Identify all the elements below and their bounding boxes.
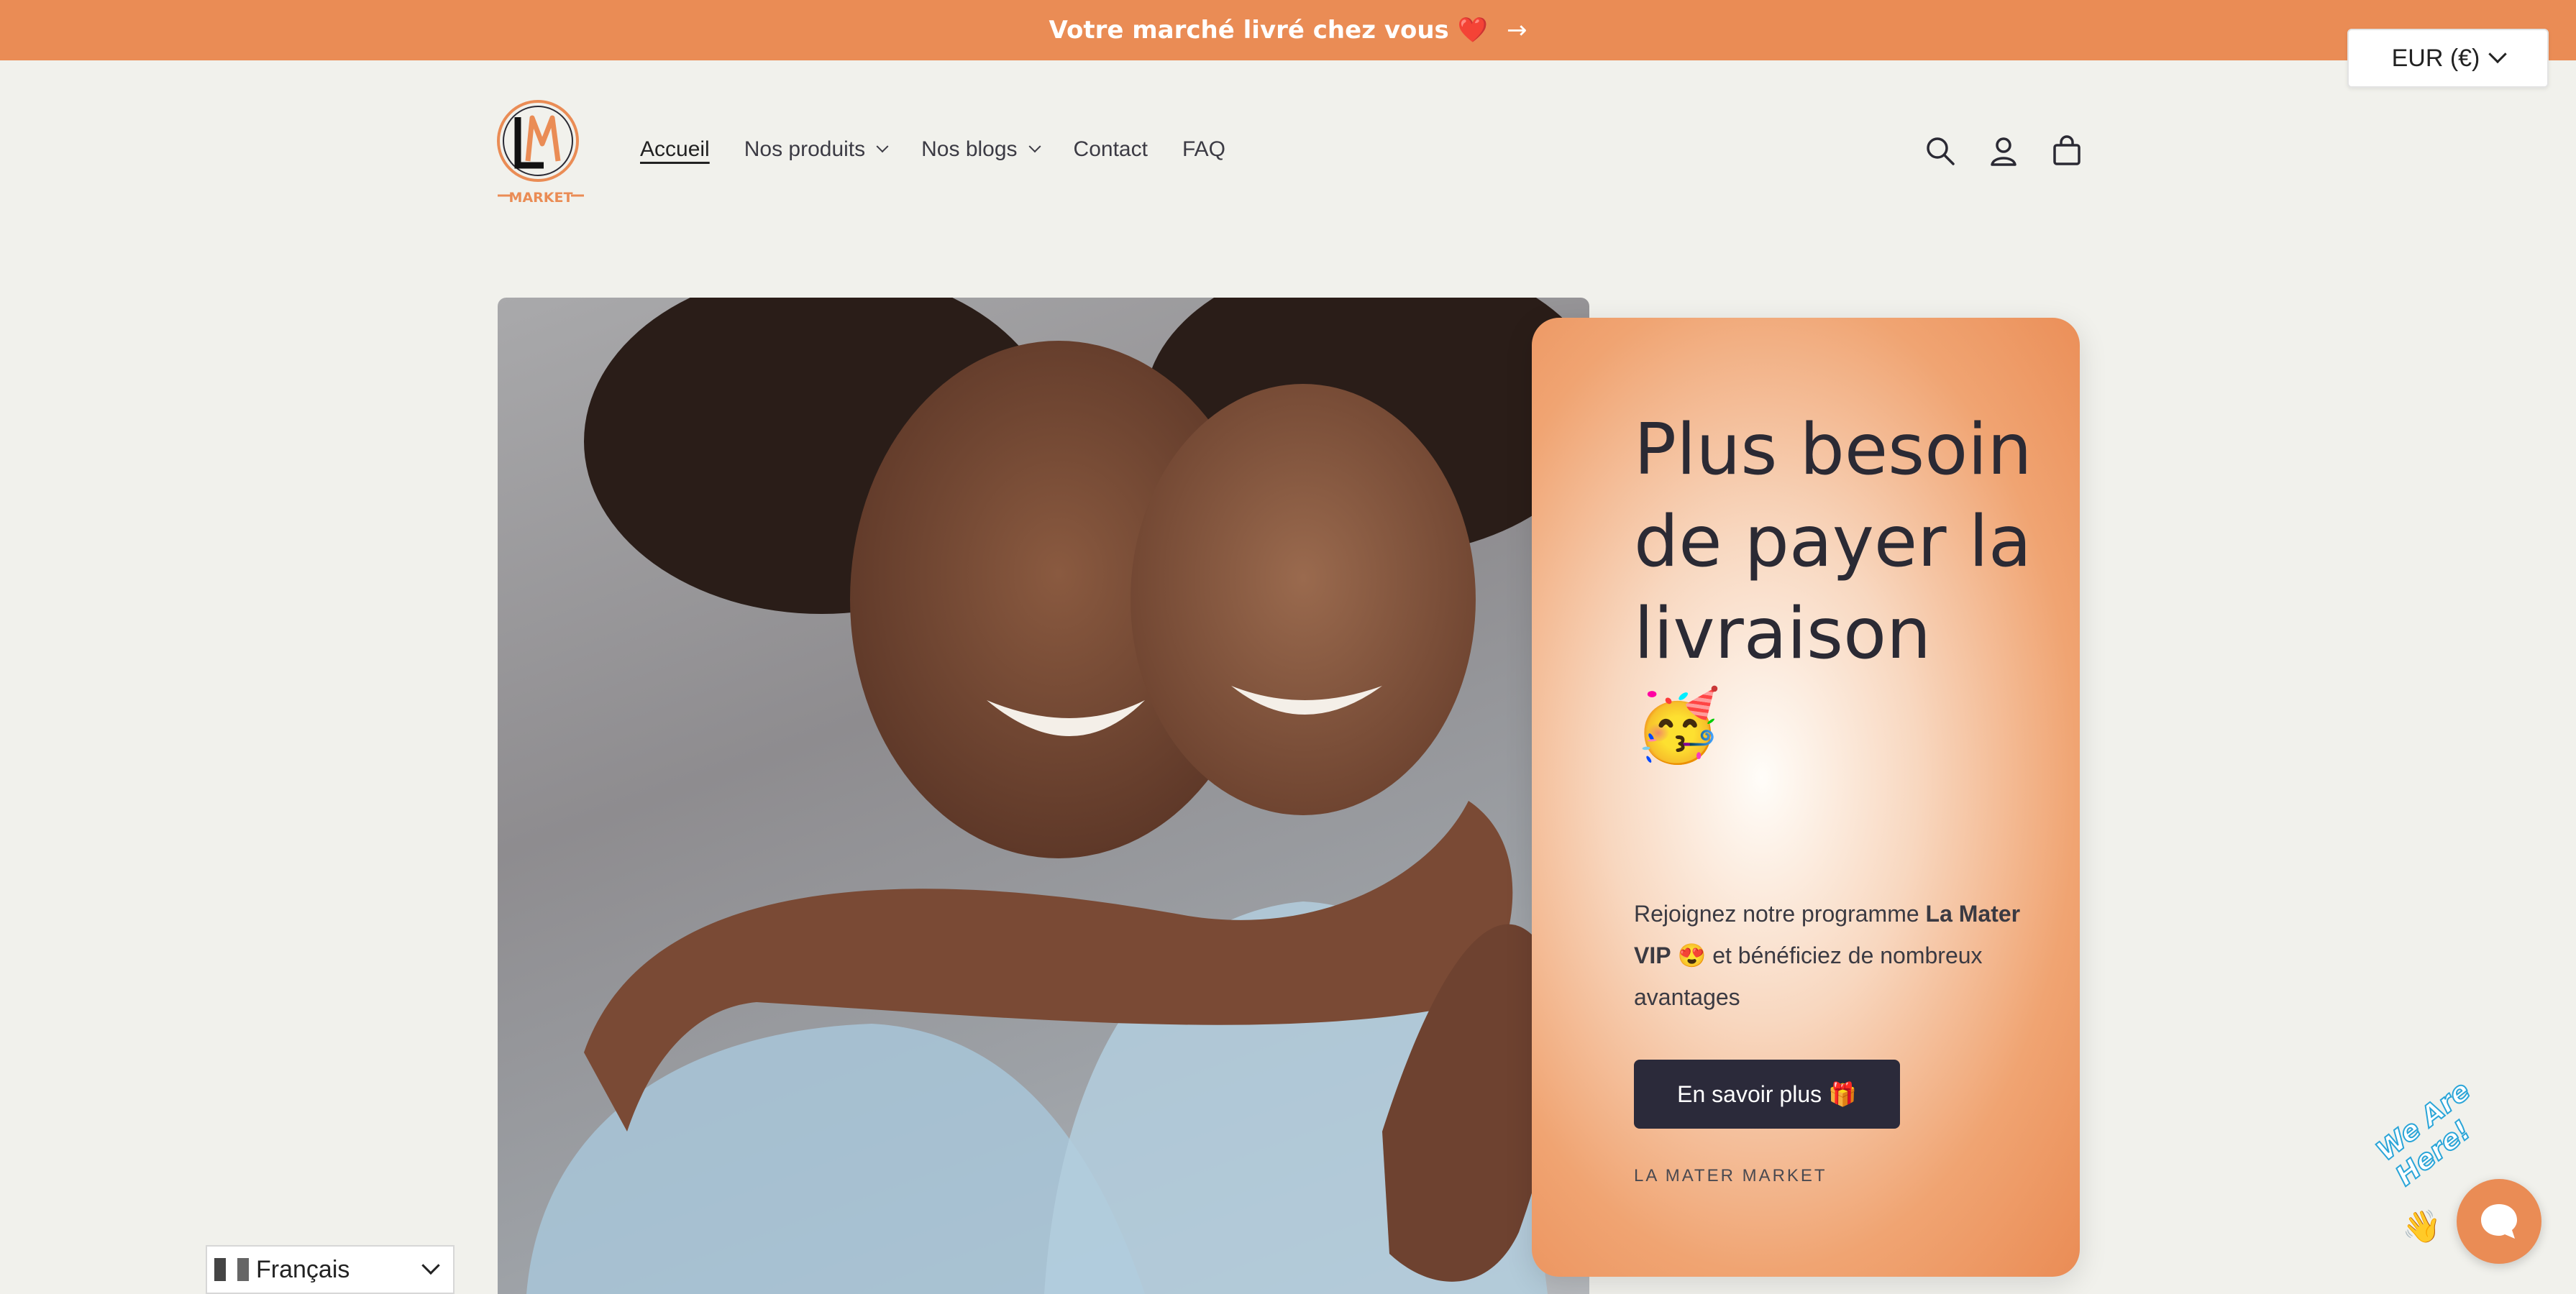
nav-item-contact[interactable]: Contact [1074,137,1148,162]
hero-text-after: 😍 et bénéficiez de nombreux avantages [1634,942,1983,1010]
nav-item-label: Contact [1073,137,1148,161]
logo-mark: MARKET [497,100,584,206]
france-flag-icon [214,1258,249,1281]
header-icons [1920,131,2110,171]
chevron-down-icon [876,140,889,153]
language-label: Français [256,1255,350,1283]
site-logo[interactable]: MARKET [496,99,586,207]
learn-more-button[interactable]: En savoir plus 🎁 [1634,1060,1900,1129]
nav-item-nos-blogs[interactable]: Nos blogs [921,137,1041,162]
hero-description: Rejoignez notre programme La Mater VIP 😍… [1634,893,2022,1018]
nav-item-nos-produits[interactable]: Nos produits [744,137,889,162]
hero-title: Plus besoin de payer la livraison 🥳 [1634,409,2032,767]
logo-text: MARKET [509,190,573,206]
chat-badge-text: We Are Here! [2370,1074,2477,1193]
nav-item-label: Nos blogs [921,137,1018,161]
currency-selector[interactable]: EUR (€) [2347,29,2549,88]
hero-image [498,298,1589,1294]
hero-text-before: Rejoignez notre programme [1634,901,1926,927]
language-selector[interactable]: Français [206,1245,455,1294]
nav-item-accueil[interactable]: Accueil [640,137,710,162]
arrow-right-icon: → [1506,16,1527,45]
main-nav: Accueil Nos produits Nos blogs Contact F… [640,131,1260,168]
chevron-down-icon [1028,140,1041,153]
nav-item-faq[interactable]: FAQ [1182,137,1225,162]
cart-icon[interactable] [2047,131,2087,171]
search-icon[interactable] [1920,131,1960,171]
chevron-down-icon [2488,45,2508,64]
nav-item-label: Accueil [640,137,710,161]
waving-hand-icon: 👋 [2402,1208,2442,1245]
hero-card: Plus besoin de payer la livraison 🥳 Rejo… [1532,318,2080,1277]
chevron-down-icon [421,1256,440,1275]
chat-bubble-icon [2481,1204,2517,1239]
currency-label: EUR (€) [2391,44,2480,72]
hero-photo-illustration [526,298,1589,1294]
nav-item-label: FAQ [1182,137,1225,161]
announcement-bar[interactable]: Votre marché livré chez vous ❤️ → [0,0,2576,60]
announcement-text: Votre marché livré chez vous ❤️ [1049,16,1488,45]
account-icon[interactable] [1983,131,2024,171]
hero-caption: LA MATER MARKET [1634,1166,1827,1185]
nav-item-label: Nos produits [744,137,866,161]
chat-button[interactable] [2457,1179,2541,1264]
